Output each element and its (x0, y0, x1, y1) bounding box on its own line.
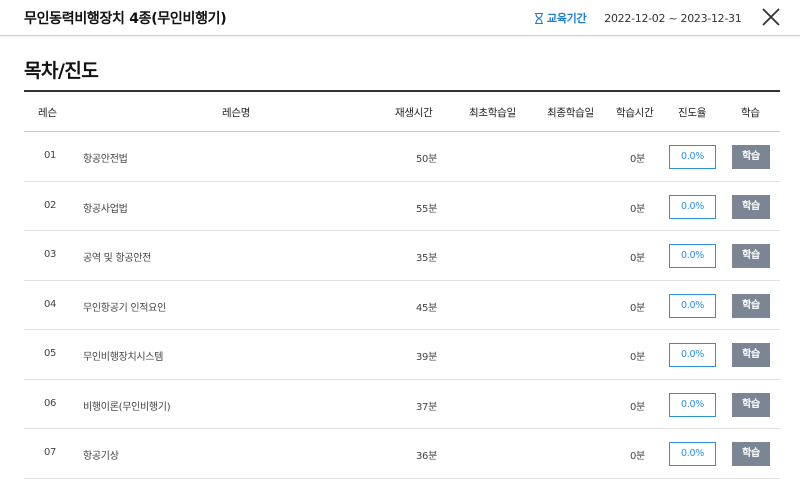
lesson-number: 01 (44, 150, 57, 161)
lesson-number: 02 (44, 199, 57, 211)
education-period: 교육기간 2022-12-02 ~ 2023-12-31 (534, 10, 742, 26)
col-first-study: 최초학습일 (469, 107, 516, 119)
lesson-playtime: 37분 (416, 401, 438, 413)
table-row: 05 무인비행장치시스템 39분 0분 0.0% 학습 (24, 330, 780, 380)
table-row: 06 비행이론(무인비행기) 37분 0분 0.0% 학습 (24, 380, 780, 429)
col-study-time: 학습시간 (616, 107, 654, 119)
table-row: 01 항공안전법 50분 0분 0.0% 학습 (24, 132, 780, 182)
study-button[interactable]: 학습 (732, 194, 770, 219)
table-header: 레슨 레슨명 재생시간 최초학습일 최종학습일 학습시간 진도율 학습 (24, 90, 780, 132)
lesson-playtime: 50분 (416, 154, 438, 165)
col-playtime: 재생시간 (395, 107, 433, 119)
lesson-playtime: 45분 (416, 302, 438, 314)
lesson-playtime: 36분 (416, 451, 438, 462)
period-dates: 2022-12-02 ~ 2023-12-31 (604, 11, 742, 25)
lesson-study-time: 0분 (630, 203, 645, 215)
hourglass-icon (535, 12, 543, 24)
lesson-study-time: 0분 (630, 401, 645, 413)
study-button[interactable]: 학습 (732, 392, 770, 417)
lesson-number: 07 (44, 447, 57, 458)
lesson-name: 공역 및 항공안전 (83, 253, 152, 264)
col-progress: 진도율 (678, 107, 707, 119)
study-button[interactable]: 학습 (732, 293, 770, 318)
lesson-study-time: 0분 (630, 451, 645, 462)
lesson-name: 무인비행장치시스템 (83, 352, 164, 363)
progress-badge: 0.0% (669, 145, 716, 169)
table-row: 07 항공기상 36분 0분 0.0% 학습 (24, 429, 780, 479)
period-label: 교육기간 (547, 12, 587, 25)
lesson-name: 항공사업법 (83, 203, 128, 215)
lesson-number: 03 (44, 249, 57, 260)
lesson-study-time: 0분 (630, 253, 645, 264)
lesson-name: 비행이론(무인비행기) (83, 401, 171, 413)
progress-badge: 0.0% (669, 194, 716, 219)
col-lesson: 레슨 (38, 107, 57, 119)
course-title: 무인동력비행장치 4종(무인비행기) (24, 11, 227, 27)
progress-badge: 0.0% (669, 343, 716, 367)
progress-badge: 0.0% (669, 442, 716, 466)
close-icon[interactable] (760, 6, 782, 28)
lesson-playtime: 35분 (416, 253, 438, 264)
col-study: 학습 (741, 107, 760, 119)
progress-badge: 0.0% (669, 392, 716, 417)
lesson-study-time: 0분 (630, 154, 645, 165)
table-row: 04 무인항공기 인적요인 45분 0분 0.0% 학습 (24, 281, 780, 330)
lesson-study-time: 0분 (630, 352, 645, 363)
modal-header: 무인동력비행장치 4종(무인비행기) 교육기간 2022-12-02 ~ 202… (0, 0, 800, 36)
lesson-playtime: 39분 (416, 352, 438, 363)
lesson-study-time: 0분 (630, 302, 645, 314)
col-name: 레슨명 (222, 107, 251, 119)
lesson-name: 항공기상 (83, 451, 119, 462)
table-row: 02 항공사업법 55분 0분 0.0% 학습 (24, 182, 780, 231)
lesson-playtime: 55분 (416, 203, 438, 215)
lesson-name: 무인항공기 인적요인 (83, 302, 166, 314)
study-button[interactable]: 학습 (732, 244, 770, 268)
progress-badge: 0.0% (669, 244, 716, 268)
study-button[interactable]: 학습 (732, 145, 770, 169)
study-button[interactable]: 학습 (732, 343, 770, 367)
lesson-number: 04 (44, 298, 57, 310)
lesson-number: 06 (44, 397, 57, 409)
col-last-study: 최종학습일 (547, 107, 594, 119)
progress-badge: 0.0% (669, 293, 716, 318)
study-button[interactable]: 학습 (732, 442, 770, 466)
section-title: 목차/진도 (24, 60, 99, 82)
table-row: 03 공역 및 항공안전 35분 0분 0.0% 학습 (24, 231, 780, 281)
lesson-table: 레슨 레슨명 재생시간 최초학습일 최종학습일 학습시간 진도율 학습 01 항… (24, 90, 780, 479)
lesson-number: 05 (44, 348, 57, 359)
lesson-name: 항공안전법 (83, 154, 128, 165)
